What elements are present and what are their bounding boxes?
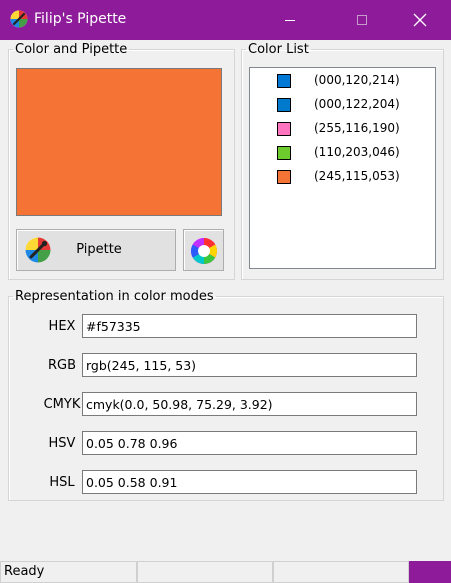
hex-label: HEX [48,319,76,334]
hsl-field[interactable] [82,470,417,494]
list-item[interactable]: (000,122,204) [250,94,435,116]
maximize-icon [357,15,367,25]
list-item-label: (110,203,046) [314,145,400,159]
color-chip [277,74,291,88]
list-item[interactable]: (245,115,053) [250,166,435,188]
status-part-3 [273,561,409,583]
color-chip [277,170,291,184]
app-icon [10,10,28,28]
rgb-label: RGB [47,358,77,373]
close-icon [413,13,427,27]
color-wheel-icon [190,238,218,264]
color-chip [277,98,291,112]
status-part-2 [137,561,273,583]
list-item-label: (000,120,214) [314,73,400,87]
cmyk-label: CMYK [43,397,81,412]
minimize-icon [285,20,295,21]
list-item-label: (000,122,204) [314,97,400,111]
hex-field[interactable] [82,314,417,338]
color-pipette-legend: Color and Pipette [15,42,128,57]
hsv-label: HSV [48,436,76,451]
maximize-button[interactable] [339,0,385,40]
minimize-button[interactable] [267,0,313,40]
hsv-field[interactable] [82,431,417,455]
current-color-swatch [16,68,222,216]
color-chip [277,146,291,160]
hsl-label: HSL [49,475,75,490]
pipette-button[interactable]: Pipette [16,229,176,271]
window-title: Filip's Pipette [34,11,127,27]
rgb-field[interactable] [82,353,417,377]
color-wheel-button[interactable] [183,229,224,271]
color-modes-legend: Representation in color modes [15,289,214,304]
close-button[interactable] [397,0,443,40]
pipette-label: Pipette [76,242,122,257]
status-text: Ready [0,561,137,583]
color-chip [277,122,291,136]
status-part-4 [409,561,451,583]
color-list-legend: Color List [248,42,309,57]
cmyk-field[interactable] [82,392,417,416]
title-bar[interactable]: Filip's Pipette [0,0,451,40]
list-item[interactable]: (000,120,214) [250,70,435,92]
status-bar: Ready [0,561,451,583]
list-item[interactable]: (110,203,046) [250,142,435,164]
color-listbox[interactable]: (000,120,214) (000,122,204) (255,116,190… [249,67,436,269]
list-item[interactable]: (255,116,190) [250,118,435,140]
list-item-label: (245,115,053) [314,169,400,183]
list-item-label: (255,116,190) [314,121,400,135]
